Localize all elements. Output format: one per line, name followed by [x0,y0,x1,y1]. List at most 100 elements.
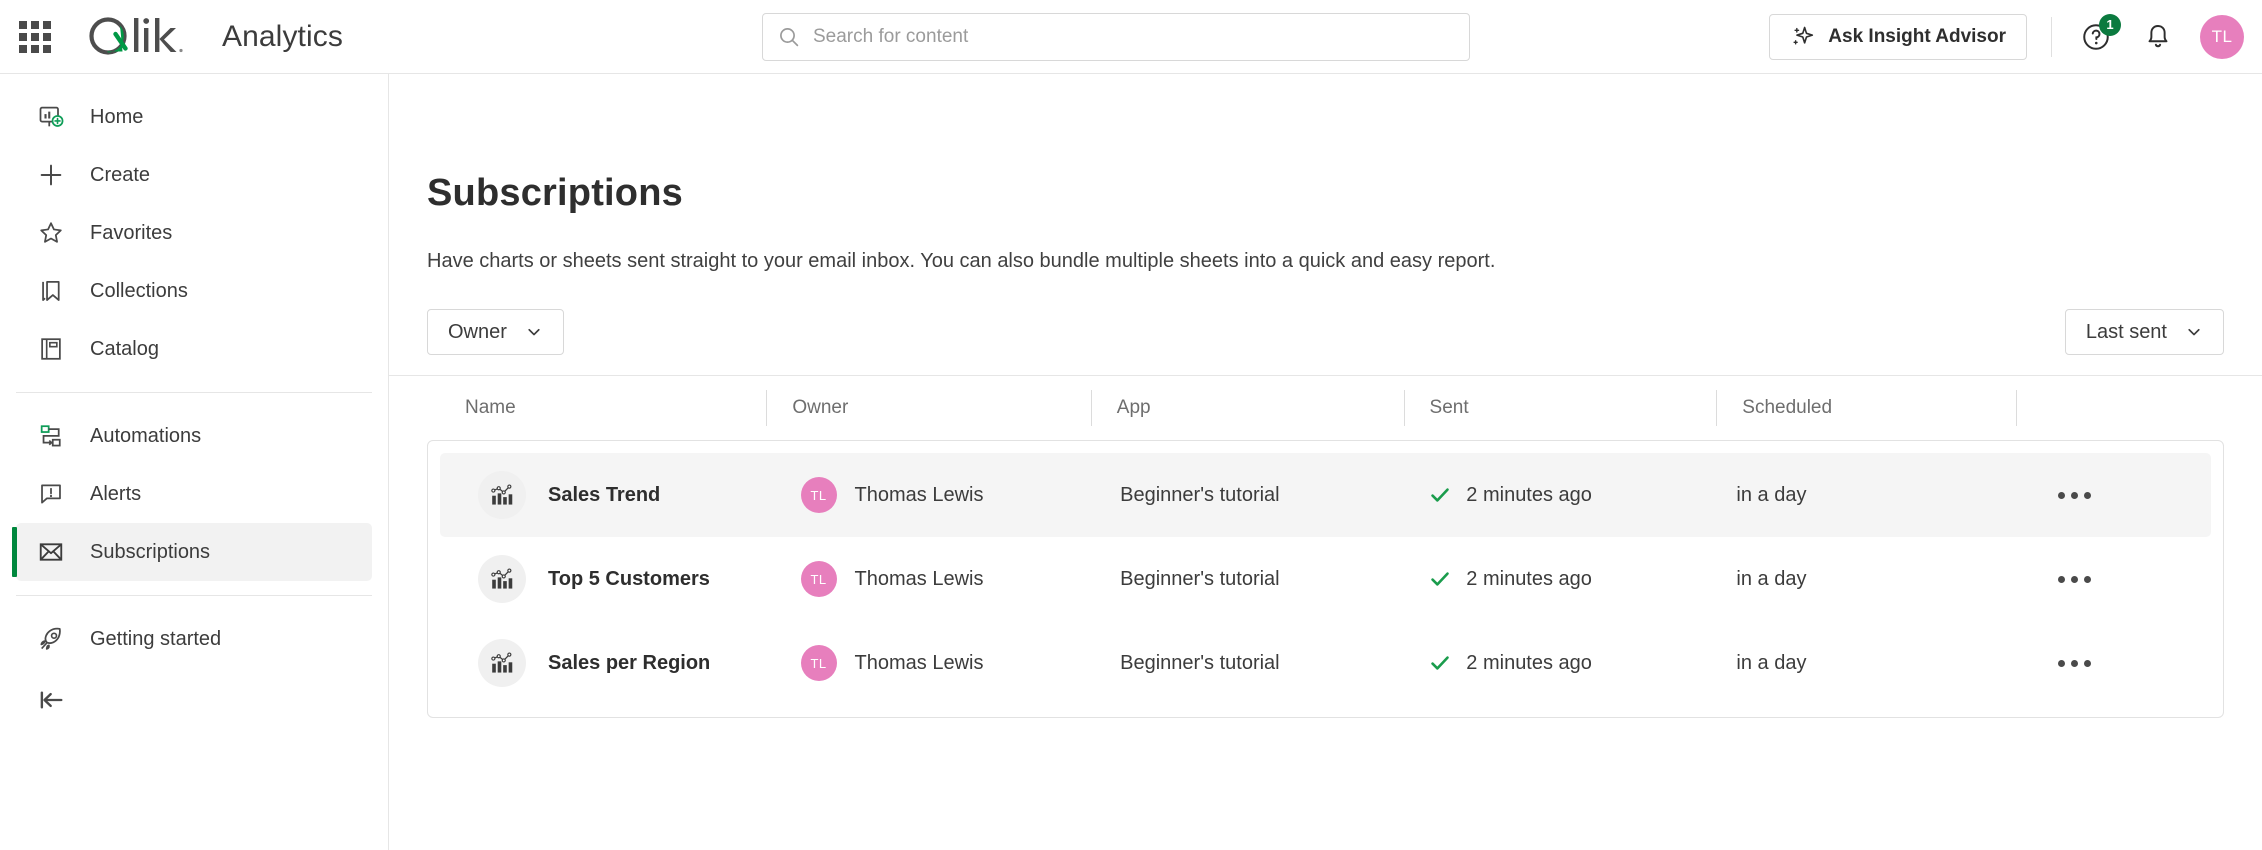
cell-owner: TL Thomas Lewis [775,645,1095,681]
cell-app: Beginner's tutorial [1094,568,1402,591]
owner-avatar: TL [801,561,837,597]
sidebar-item-catalog[interactable]: Catalog [16,320,372,378]
check-icon [1428,483,1452,507]
user-avatar[interactable]: TL [2200,15,2244,59]
subscriptions-table: Sales Trend TL Thomas Lewis Beginner's t… [427,440,2224,718]
filter-bar: Owner Last sent [427,309,2224,355]
grid-cell [31,33,39,41]
sent-time: 2 minutes ago [1466,652,1592,675]
row-actions-menu[interactable] [2032,576,2091,583]
sidebar-item-label: Favorites [90,222,172,245]
app-grid-icon[interactable] [18,20,52,54]
cell-app: Beginner's tutorial [1094,652,1402,675]
cell-app: Beginner's tutorial [1094,484,1402,507]
bell-icon [2143,22,2173,52]
check-icon [1428,651,1452,675]
brand-name: Analytics [222,20,343,54]
envelope-icon [36,537,66,567]
sidebar-item-automations[interactable]: Automations [16,407,372,465]
grid-cell [19,45,27,53]
sort-dropdown[interactable]: Last sent [2065,309,2224,355]
sidebar-item-label: Catalog [90,338,159,361]
owner-name: Thomas Lewis [855,652,984,675]
bookmark-icon [36,276,66,306]
search-input[interactable] [813,26,1455,48]
ask-insight-advisor-button[interactable]: Ask Insight Advisor [1769,14,2027,60]
row-actions-menu[interactable] [2032,492,2091,499]
owner-name: Thomas Lewis [855,484,984,507]
sidebar-item-alerts[interactable]: Alerts [16,465,372,523]
column-header-scheduled[interactable]: Scheduled [1716,390,2016,426]
star-icon [36,218,66,248]
sidebar-item-label: Collections [90,280,188,303]
grid-cell [19,33,27,41]
top-bar: Analytics Ask Insight Advisor [0,0,2262,74]
search-box[interactable] [762,13,1470,61]
sidebar-item-label: Create [90,164,150,187]
owner-avatar: TL [801,477,837,513]
cell-owner: TL Thomas Lewis [775,477,1095,513]
grid-cell [43,45,51,53]
sidebar-item-label: Subscriptions [90,541,210,564]
cell-sent: 2 minutes ago [1402,567,1710,591]
search-icon [777,25,801,49]
owner-filter-label: Owner [448,321,507,344]
column-header-sent[interactable]: Sent [1404,390,1717,426]
table-row[interactable]: Sales per Region TL Thomas Lewis Beginne… [440,621,2211,705]
sparkle-icon [1790,24,1816,50]
combo-chart-icon [478,471,526,519]
column-header-app[interactable]: App [1091,390,1404,426]
cell-scheduled: in a day [1710,484,2006,507]
grid-cell [43,33,51,41]
grid-cell [31,21,39,29]
brand[interactable]: Analytics [86,15,343,59]
cell-sent: 2 minutes ago [1402,483,1710,507]
sent-time: 2 minutes ago [1466,484,1592,507]
notifications-button[interactable] [2138,17,2178,57]
owner-filter-dropdown[interactable]: Owner [427,309,564,355]
ask-insight-advisor-label: Ask Insight Advisor [1828,26,2006,48]
book-icon [36,334,66,364]
sidebar-item-favorites[interactable]: Favorites [16,204,372,262]
rocket-icon [36,624,66,654]
row-actions-menu[interactable] [2032,660,2091,667]
check-icon [1428,567,1452,591]
search-container [762,13,1470,61]
table-row[interactable]: Sales Trend TL Thomas Lewis Beginner's t… [440,453,2211,537]
sidebar-item-home[interactable]: Home [16,88,372,146]
column-header-owner[interactable]: Owner [766,390,1090,426]
sidebar-item-label: Getting started [90,628,221,651]
sidebar-item-create[interactable]: Create [16,146,372,204]
owner-name: Thomas Lewis [855,568,984,591]
sidebar-item-label: Home [90,106,143,129]
grid-cell [43,21,51,29]
plus-icon [36,160,66,190]
chevron-down-icon [2185,323,2203,341]
subscription-name: Sales Trend [548,484,660,507]
sidebar-item-getting-started[interactable]: Getting started [16,610,372,668]
alert-bubble-icon [36,479,66,509]
sidebar-divider [16,392,372,393]
table-row[interactable]: Top 5 Customers TL Thomas Lewis Beginner… [440,537,2211,621]
main-content: Subscriptions Have charts or sheets sent… [389,74,2262,850]
subscription-name: Sales per Region [548,652,710,675]
sidebar-item-label: Automations [90,425,201,448]
help-button[interactable]: 1 [2076,17,2116,57]
sidebar-item-subscriptions[interactable]: Subscriptions [16,523,372,581]
help-notification-badge: 1 [2099,14,2121,36]
chevron-down-icon [525,323,543,341]
cell-name: Top 5 Customers [452,555,775,603]
collapse-left-icon[interactable] [36,682,72,718]
cell-scheduled: in a day [1710,652,2006,675]
cell-sent: 2 minutes ago [1402,651,1710,675]
column-header-name[interactable]: Name [439,390,766,426]
table-header: Name Owner App Sent Scheduled [427,376,2224,440]
qlik-logo-icon [86,15,206,59]
cell-owner: TL Thomas Lewis [775,561,1095,597]
sidebar-item-collections[interactable]: Collections [16,262,372,320]
sidebar-item-label: Alerts [90,483,141,506]
sent-time: 2 minutes ago [1466,568,1592,591]
subscription-name: Top 5 Customers [548,568,710,591]
sort-label: Last sent [2086,321,2167,344]
cell-name: Sales per Region [452,639,775,687]
